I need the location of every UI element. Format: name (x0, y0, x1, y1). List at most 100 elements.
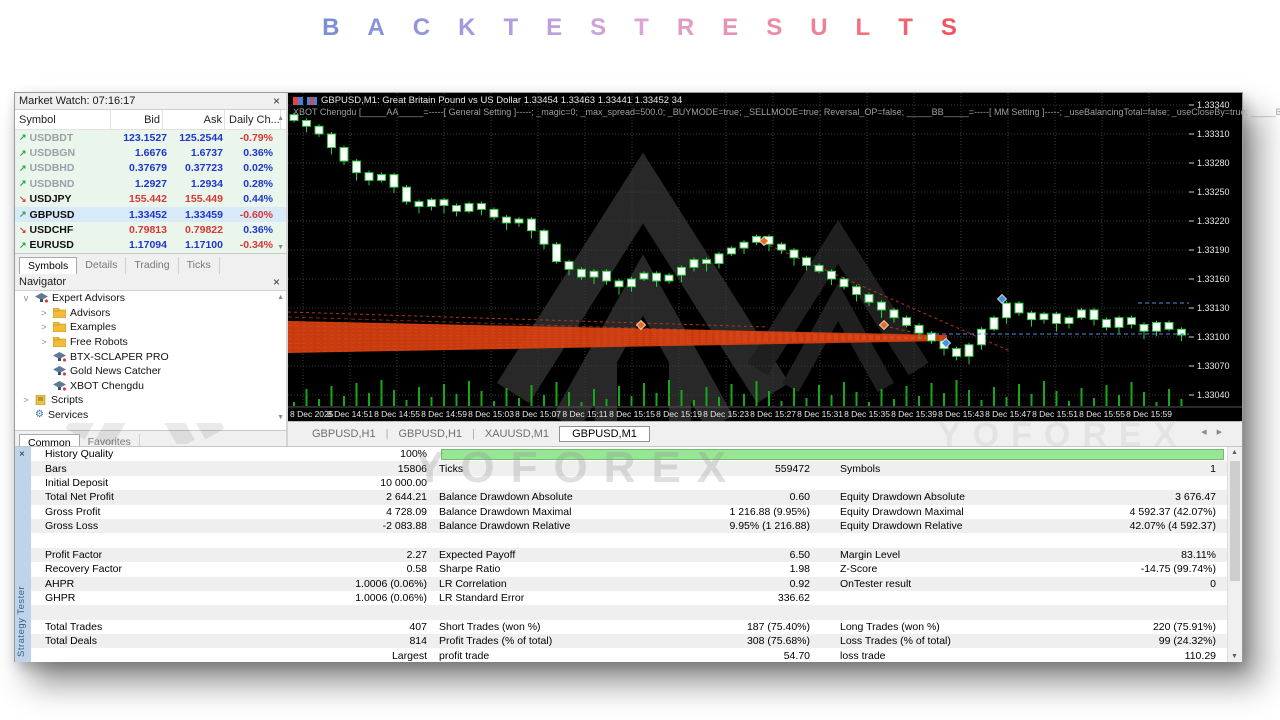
stat-value: 0.58 (407, 563, 427, 575)
scroll-down-icon[interactable]: ▼ (1231, 653, 1238, 660)
tab-details[interactable]: Details (77, 257, 126, 274)
candle-body (715, 254, 723, 264)
stats-row[interactable]: Initial Deposit10 000.00 (31, 476, 1228, 490)
stat-value: 83.11% (1181, 549, 1216, 561)
volume-bar (431, 397, 433, 406)
volume-bar (531, 385, 533, 406)
stats-row[interactable]: Gross Loss-2 083.88Balance Drawdown Rela… (31, 519, 1228, 533)
candle-body (1115, 318, 1123, 328)
market-watch-row[interactable]: ↗USDBND 1.2927 1.2934 0.28% (15, 176, 286, 191)
candle-body (1078, 310, 1086, 318)
stats-row[interactable]: Gross Profit4 728.09Balance Drawdown Max… (31, 505, 1228, 519)
volume-bar (668, 380, 670, 406)
time-axis-label: 8 Dec 15:47 (985, 409, 1031, 419)
scroll-down-icon[interactable]: ▼ (277, 244, 284, 251)
tab-ticks[interactable]: Ticks (179, 257, 220, 274)
stats-row[interactable]: Recovery Factor0.58Sharpe Ratio1.98Z-Sco… (31, 562, 1228, 576)
stats-row[interactable]: History Quality100% (31, 447, 1228, 461)
collapse-icon[interactable]: v (21, 293, 31, 303)
volume-bar (718, 397, 720, 406)
volume-bar (556, 382, 558, 406)
close-icon[interactable]: × (271, 96, 282, 106)
candle-body (403, 187, 411, 202)
navigator-item[interactable]: ⚙ Services (15, 408, 286, 423)
volume-bar (368, 393, 370, 406)
navigator-item[interactable]: XBOT Chengdu (15, 379, 286, 394)
chart-tab-gbpusdh1[interactable]: GBPUSD,H1 (388, 427, 472, 441)
stats-row[interactable]: Total Net Profit2 644.21Balance Drawdown… (31, 490, 1228, 504)
stat-label: GHPR (45, 592, 75, 604)
bid-value: 123.1527 (115, 132, 167, 144)
chart-tab-gbpusdm1[interactable]: GBPUSD,M1 (559, 426, 650, 442)
arrow-up-icon: ↗ (19, 132, 27, 143)
navigator-item[interactable]: > Free Robots (15, 335, 286, 350)
candle-body (665, 275, 673, 281)
chart-tab-xauusdm1[interactable]: XAUUSD,M1 (475, 427, 559, 441)
volume-bar (943, 393, 945, 406)
market-watch-row[interactable]: ↗USDBDT 123.1527 125.2544 -0.79% (15, 130, 286, 145)
volume-bar (343, 396, 345, 406)
navigator-item[interactable]: Gold News Catcher (15, 364, 286, 379)
candle-body (965, 345, 973, 357)
stat-label: Equity Drawdown Maximal (840, 506, 964, 518)
market-watch-row[interactable]: ↘USDJPY 155.442 155.449 0.44% (15, 192, 286, 207)
chart-area[interactable]: 1.333401.333101.332801.332501.332201.331… (288, 93, 1242, 421)
volume-bar (1131, 382, 1133, 406)
scroll-up-icon[interactable]: ▲ (277, 294, 284, 301)
stats-row[interactable] (31, 533, 1228, 547)
tab-trading[interactable]: Trading (126, 257, 178, 274)
market-watch-row[interactable]: ↗USDBHD 0.37679 0.37723 0.02% (15, 161, 286, 176)
expand-icon[interactable]: > (39, 337, 49, 347)
stats-row[interactable]: Bars15806Ticks559472Symbols1 (31, 461, 1228, 475)
chart-tab-gbpusdh1[interactable]: GBPUSD,H1 (302, 427, 386, 441)
volume-bar (493, 401, 495, 406)
candle-body (315, 126, 323, 134)
stat-label: Gross Loss (45, 520, 98, 532)
tab-scroll-arrows[interactable]: ◀▶ (1201, 428, 1232, 436)
expand-icon[interactable]: > (39, 308, 49, 318)
volume-bar (881, 389, 883, 406)
navigator-item[interactable]: > Examples (15, 320, 286, 335)
mw-column-header[interactable]: Daily Ch... (225, 110, 281, 129)
candle-body (690, 260, 698, 268)
scroll-down-icon[interactable]: ▼ (277, 414, 284, 421)
mw-column-header[interactable]: Symbol (15, 110, 111, 129)
navigator-item[interactable]: > Advisors (15, 306, 286, 321)
market-watch-row[interactable]: ↗EURUSD 1.17094 1.17100 -0.34% (15, 238, 286, 253)
scroll-up-icon[interactable]: ▲ (277, 115, 284, 122)
mw-column-header[interactable]: Ask (163, 110, 225, 129)
stat-value: 0 (1210, 578, 1216, 590)
stats-row[interactable]: GHPR1.0006 (0.06%)LR Standard Error336.6… (31, 591, 1228, 605)
stats-row[interactable]: Total Trades407Short Trades (won %)187 (… (31, 620, 1228, 634)
price-axis-label: 1.33310 (1197, 129, 1230, 139)
expand-icon[interactable]: > (21, 395, 31, 405)
navigator-item[interactable]: BTX-SCLAPER PRO (15, 349, 286, 364)
stats-row[interactable]: AHPR1.0006 (0.06%)LR Correlation0.92OnTe… (31, 577, 1228, 591)
scrollbar-thumb[interactable] (1230, 461, 1240, 581)
close-icon[interactable]: × (271, 277, 282, 287)
market-watch-row[interactable]: ↘USDCHF 0.79813 0.79822 0.36% (15, 222, 286, 237)
expert-advisor-icon (53, 381, 66, 391)
time-axis-label: 8 Dec 14:59 (421, 409, 467, 419)
stats-row[interactable]: Largestprofit trade54.70loss trade110.29 (31, 648, 1228, 662)
scroll-up-icon[interactable]: ▲ (1231, 449, 1238, 456)
stats-scrollbar[interactable]: ▲ ▼ (1227, 447, 1242, 662)
navigator-item[interactable]: v Expert Advisors (15, 291, 286, 306)
stats-row[interactable]: Profit Factor2.27Expected Payoff6.50Marg… (31, 548, 1228, 562)
bid-value: 0.37679 (115, 162, 167, 174)
navigator-item[interactable]: > Scripts (15, 393, 286, 408)
tab-symbols[interactable]: Symbols (19, 257, 77, 275)
stats-row[interactable]: Total Deals814Profit Trades (% of total)… (31, 634, 1228, 648)
chart-svg[interactable]: 1.333401.333101.332801.332501.332201.331… (288, 93, 1242, 421)
market-watch-row[interactable]: ↗USDBGN 1.6676 1.6737 0.36% (15, 145, 286, 160)
market-watch-row[interactable]: ↗GBPUSD 1.33452 1.33459 -0.60% (15, 207, 286, 222)
ask-value: 1.2934 (167, 178, 223, 190)
volume-bar (506, 388, 508, 406)
mw-column-header[interactable]: Bid (111, 110, 163, 129)
close-icon[interactable]: × (19, 449, 25, 460)
candle-body (703, 260, 711, 264)
stat-label: loss trade (840, 650, 886, 662)
expand-icon[interactable]: > (39, 322, 49, 332)
stats-row[interactable] (31, 605, 1228, 619)
stat-label: OnTester result (840, 578, 911, 590)
